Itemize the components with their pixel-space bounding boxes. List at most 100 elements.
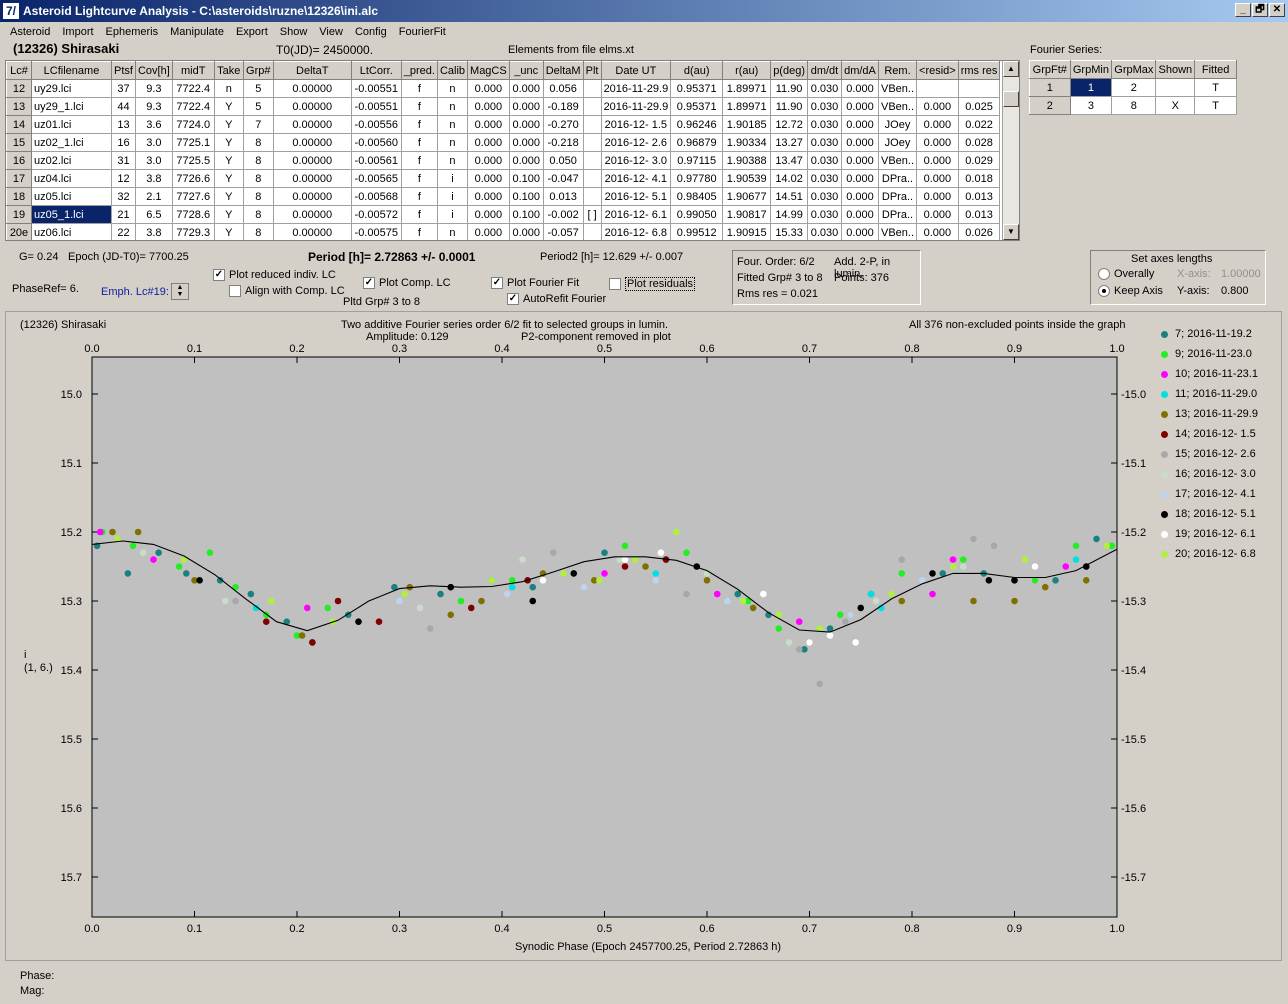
table-cell[interactable]: 0.013 [542,187,584,206]
scroll-up-button[interactable]: ▲ [1003,61,1019,77]
lightcurve-table[interactable]: Lc# LCfilename Ptsf Cov[h] midT Take Grp# Delta… [5,60,1020,241]
table-cell[interactable]: -0.00560 [350,133,402,152]
table-row[interactable]: 20e uz06.lci 22 3.8 7729.3 Y 8 0.00000 -0.00575 f… [6,223,1001,240]
table-cell[interactable]: 0.99512 [670,223,724,240]
table-cell[interactable]: n [436,97,469,116]
table-cell[interactable]: f [400,115,438,134]
table-cell[interactable]: 0.000 [467,223,510,240]
plot-reduced-checkbox[interactable]: ✓ Plot reduced indiv. LC [213,269,336,281]
keep-axis-radio[interactable]: Keep Axis [1098,285,1163,297]
table-cell[interactable]: 2016-12- 1.5 [600,115,672,134]
column-header[interactable]: Calib [436,61,469,80]
table-cell[interactable]: 32 [111,187,136,206]
table-cell[interactable]: 0.000 [840,79,879,98]
table-cell[interactable]: 0.000 [840,205,879,224]
table-cell[interactable]: 2016-12- 5.1 [600,187,672,206]
row-header[interactable]: 14 [6,115,32,134]
table-cell[interactable]: JOey [877,115,918,134]
table-cell[interactable]: 0.00000 [272,79,352,98]
row-header[interactable]: 20e [6,223,32,240]
column-header[interactable]: Plt [582,61,602,80]
row-header[interactable]: 19 [6,205,32,224]
table-cell[interactable]: 0.000 [916,169,959,188]
table-cell[interactable]: -0.00565 [350,169,402,188]
plot-fourier-checkbox[interactable]: ✓ Plot Fourier Fit [491,277,579,289]
fourier-cell[interactable]: 2 [1111,78,1157,97]
table-cell[interactable]: 14.02 [770,169,808,188]
table-cell[interactable]: 2016-12- 4.1 [600,169,672,188]
table-cell[interactable]: Y [213,169,244,188]
minimize-button[interactable]: _ [1235,3,1251,17]
table-cell[interactable]: 1.89971 [722,97,772,116]
table-row[interactable]: 12 uy29.lci 37 9.3 7722.4 n 5 0.00000 -0.00551 f n… [6,79,1001,98]
table-cell[interactable]: 0.022 [957,115,1001,134]
fourier-row[interactable]: 112T [1029,78,1237,97]
table-scrollbar[interactable]: ▲ ▼ [1002,61,1019,240]
table-cell[interactable]: 2016-11-29.9 [600,97,672,116]
table-cell[interactable]: 0.96879 [670,133,724,152]
table-cell[interactable]: 13.47 [770,151,808,170]
table-cell[interactable]: -0.047 [542,169,584,188]
table-cell[interactable]: 8 [242,205,274,224]
table-cell[interactable] [582,79,602,98]
row-header[interactable]: 16 [6,151,32,170]
column-header[interactable]: Date UT [600,61,672,80]
table-cell[interactable]: i [436,205,469,224]
table-cell[interactable]: uz02.lci [31,151,112,170]
table-cell[interactable]: 13.27 [770,133,808,152]
table-row[interactable]: 14 uz01.lci 13 3.6 7724.0 Y 7 0.00000 -0.00556 f n… [6,115,1001,134]
scroll-thumb[interactable] [1003,91,1019,107]
column-header[interactable]: r(au) [722,61,772,80]
table-cell[interactable]: 0.95371 [670,97,724,116]
table-cell[interactable]: 0.00000 [272,115,352,134]
table-cell[interactable]: 0.000 [467,97,510,116]
table-cell[interactable]: 0.000 [916,187,959,206]
table-cell[interactable]: 0.000 [467,133,510,152]
table-cell[interactable]: 7722.4 [171,97,215,116]
table-cell[interactable]: 5 [242,97,274,116]
table-cell[interactable]: 5 [242,79,274,98]
table-cell[interactable]: 2016-12- 6.1 [600,205,672,224]
table-cell[interactable]: 0.96246 [670,115,724,134]
row-header[interactable]: 17 [6,169,32,188]
column-header[interactable]: <resid> [916,61,959,80]
maximize-button[interactable]: 🗗 [1252,3,1268,17]
table-cell[interactable]: 15.33 [770,223,808,240]
table-cell[interactable]: uz02_1.lci [31,133,112,152]
table-cell[interactable]: 37 [111,79,136,98]
table-cell[interactable]: 44 [111,97,136,116]
table-cell[interactable]: 8 [242,169,274,188]
table-cell[interactable]: 1.90185 [722,115,772,134]
table-cell[interactable]: 0.030 [806,97,842,116]
table-cell[interactable]: 0.000 [840,187,879,206]
table-cell[interactable] [582,97,602,116]
table-cell[interactable]: -0.057 [542,223,584,240]
table-cell[interactable]: 0.000 [467,169,510,188]
table-cell[interactable]: Y [213,205,244,224]
table-cell[interactable]: 0.98405 [670,187,724,206]
table-cell[interactable]: f [400,223,438,240]
fourier-cell[interactable]: 3 [1069,96,1113,115]
menu-manipulate[interactable]: Manipulate [164,26,230,38]
fourier-cell[interactable]: 1 [1069,78,1113,97]
table-cell[interactable]: 3.0 [134,151,173,170]
fourier-series-table[interactable]: GrpFt# GrpMin GrpMax Shown Fitted 112T238XT [1029,60,1237,115]
table-cell[interactable]: 7724.0 [171,115,215,134]
table-cell[interactable]: n [436,133,469,152]
table-cell[interactable]: n [213,79,244,98]
table-cell[interactable]: 3.8 [134,223,173,240]
row-header[interactable]: 15 [6,133,32,152]
table-cell[interactable]: 8 [242,187,274,206]
table-cell[interactable]: 0.000 [916,151,959,170]
table-cell[interactable]: f [400,151,438,170]
lightcurve-chart[interactable]: 0.0 0.0 0.1 0.1 0.2 0.2 0.3 0.3 0.4 0.4 0.5 0.5 0.6 0… [6,312,1283,962]
column-header[interactable]: LtCorr. [350,61,402,80]
table-cell[interactable]: 0.000 [840,115,879,134]
table-cell[interactable]: 21 [111,205,136,224]
table-cell[interactable]: 0.000 [840,97,879,116]
table-cell[interactable]: 2016-11-29.9 [600,79,672,98]
table-cell[interactable]: DPra.. [877,187,918,206]
table-cell[interactable]: f [400,187,438,206]
table-cell[interactable] [582,151,602,170]
table-cell[interactable]: 0.050 [542,151,584,170]
